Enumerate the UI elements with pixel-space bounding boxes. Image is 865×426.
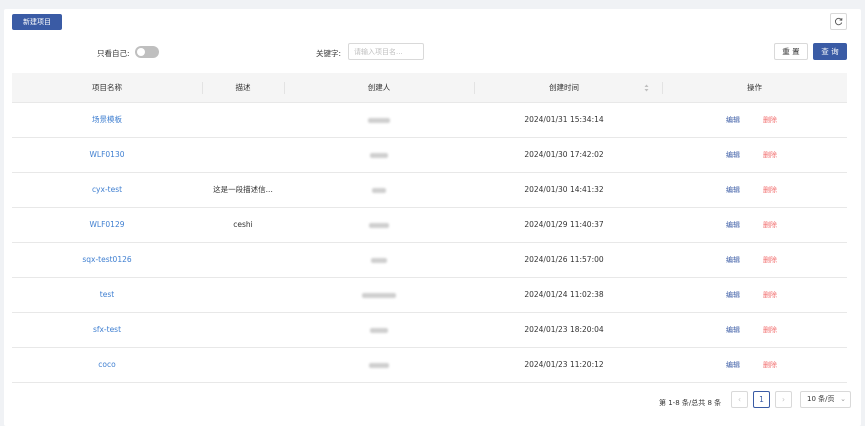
creator-redacted <box>362 293 396 298</box>
project-name-link[interactable]: coco <box>12 348 202 382</box>
creator-redacted <box>369 363 389 368</box>
project-name-link[interactable]: sfx-test <box>12 313 202 347</box>
created-time: 2024/01/23 18:20:04 <box>524 325 604 334</box>
project-description <box>202 313 284 347</box>
column-header-actions: 操作 <box>747 83 762 92</box>
table-row: 场景模板 2024/01/31 15:34:14 编辑 删除 <box>12 103 847 138</box>
chevron-right-icon: › <box>782 395 785 404</box>
delete-link[interactable]: 删除 <box>763 313 777 347</box>
edit-link[interactable]: 编辑 <box>726 208 740 242</box>
query-button[interactable]: 查 询 <box>813 43 847 60</box>
new-project-button[interactable]: 新建项目 <box>12 14 62 30</box>
created-time: 2024/01/31 15:34:14 <box>524 115 604 124</box>
chevron-left-icon: ‹ <box>738 395 741 404</box>
project-description <box>202 138 284 172</box>
delete-link[interactable]: 删除 <box>763 348 777 382</box>
page-number-button[interactable]: 1 <box>753 391 770 408</box>
delete-link[interactable]: 删除 <box>763 103 777 137</box>
column-header-creator: 创建人 <box>367 83 391 92</box>
sort-icon[interactable] <box>644 84 649 92</box>
edit-link[interactable]: 编辑 <box>726 313 740 347</box>
created-time: 2024/01/30 14:41:32 <box>524 185 604 194</box>
creator-redacted <box>370 328 388 333</box>
delete-link[interactable]: 删除 <box>763 243 777 277</box>
delete-link[interactable]: 删除 <box>763 138 777 172</box>
only-mine-toggle[interactable] <box>135 46 159 58</box>
table-row: sqx-test0126 2024/01/26 11:57:00 编辑 删除 <box>12 243 847 278</box>
creator-redacted <box>368 118 390 123</box>
project-description: 这是一段描述信... <box>213 185 273 194</box>
reset-button[interactable]: 重 置 <box>774 43 808 60</box>
keyword-label: 关键字: <box>316 49 342 58</box>
created-time: 2024/01/29 11:40:37 <box>524 220 604 229</box>
creator-redacted <box>369 223 389 228</box>
creator-redacted <box>371 258 387 263</box>
delete-link[interactable]: 删除 <box>763 208 777 242</box>
project-name-link[interactable]: cyx-test <box>12 173 202 207</box>
refresh-icon <box>835 17 843 26</box>
table-row: sfx-test 2024/01/23 18:20:04 编辑 删除 <box>12 313 847 348</box>
page-size-value: 10 条/页 <box>807 395 835 403</box>
creator-redacted <box>372 188 386 193</box>
chevron-down-icon: ⌄ <box>840 395 846 403</box>
column-header-desc: 描述 <box>235 83 251 92</box>
edit-link[interactable]: 编辑 <box>726 243 740 277</box>
project-name-link[interactable]: WLF0130 <box>12 138 202 172</box>
next-page-button[interactable]: › <box>775 391 792 408</box>
project-name-link[interactable]: 场景模板 <box>12 103 202 137</box>
project-name-link[interactable]: sqx-test0126 <box>12 243 202 277</box>
created-time: 2024/01/30 17:42:02 <box>524 150 604 159</box>
delete-link[interactable]: 删除 <box>763 278 777 312</box>
project-description <box>202 348 284 382</box>
table-body: 场景模板 2024/01/31 15:34:14 编辑 删除 WLF0130 2024/0… <box>12 103 847 383</box>
toggle-knob <box>137 48 145 56</box>
keyword-input[interactable] <box>348 43 424 60</box>
projects-table: 项目名称 描述 创建人 创建时间 操作 场景模板 2024/01/31 15:34… <box>12 73 847 383</box>
project-description <box>202 103 284 137</box>
project-name-link[interactable]: WLF0129 <box>12 208 202 242</box>
column-header-name: 项目名称 <box>92 83 122 92</box>
edit-link[interactable]: 编辑 <box>726 138 740 172</box>
edit-link[interactable]: 编辑 <box>726 103 740 137</box>
created-time: 2024/01/24 11:02:38 <box>524 290 604 299</box>
table-row: cyx-test 这是一段描述信... 2024/01/30 14:41:32 编辑删… <box>12 173 847 208</box>
page-size-select[interactable]: 10 条/页 ⌄ <box>800 391 851 408</box>
edit-link[interactable]: 编辑 <box>726 278 740 312</box>
created-time: 2024/01/23 11:20:12 <box>524 360 604 369</box>
edit-link[interactable]: 编辑 <box>726 173 740 207</box>
table-row: coco 2024/01/23 11:20:12 编辑 删除 <box>12 348 847 383</box>
only-mine-label: 只看自己: <box>97 49 130 58</box>
project-description <box>202 243 284 277</box>
table-row: WLF0130 2024/01/30 17:42:02 编辑 删除 <box>12 138 847 173</box>
project-name-link[interactable]: test <box>12 278 202 312</box>
table-header: 项目名称 描述 创建人 创建时间 操作 <box>12 73 847 103</box>
project-description <box>202 278 284 312</box>
project-description: ceshi <box>233 220 253 229</box>
edit-link[interactable]: 编辑 <box>726 348 740 382</box>
created-time: 2024/01/26 11:57:00 <box>524 255 604 264</box>
table-row: WLF0129 ceshi 2024/01/29 11:40:37 编辑 删除 <box>12 208 847 243</box>
creator-redacted <box>370 153 388 158</box>
pagination-summary: 第 1-8 条/总共 8 条 <box>659 399 722 407</box>
refresh-button[interactable] <box>830 13 847 30</box>
table-row: test 2024/01/24 11:02:38 编辑 删除 <box>12 278 847 313</box>
prev-page-button[interactable]: ‹ <box>731 391 748 408</box>
column-header-created-time[interactable]: 创建时间 <box>474 73 654 102</box>
delete-link[interactable]: 删除 <box>763 173 777 207</box>
